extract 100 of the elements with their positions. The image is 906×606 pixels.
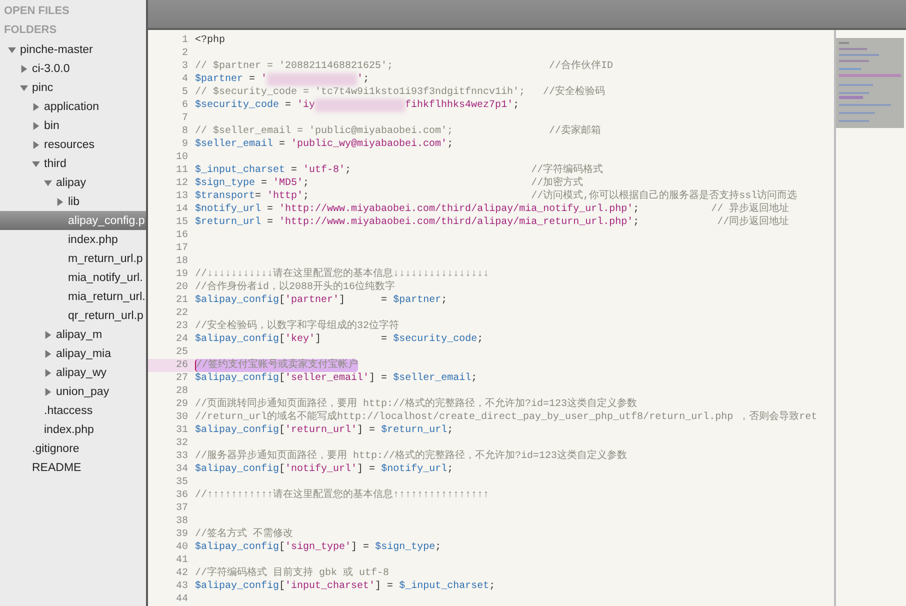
caret-right-icon[interactable] [44,330,52,338]
caret-right-icon[interactable] [44,388,52,396]
tree-item[interactable]: qr_return_url.p [0,306,146,325]
line-number: 41 [174,554,189,567]
code-line: //安全检验码，以数字和字母组成的32位字符 [195,320,400,333]
line-number: 2 [180,47,189,60]
tree-item[interactable]: index.php [0,230,146,249]
tree-item[interactable]: mia_notify_url. [0,268,146,287]
tree-item[interactable]: alipay_config.p [0,211,146,230]
code-line: $_input_charset = 'utf-8'; //字符编码格式 [195,164,604,176]
line-number: 19 [174,268,189,281]
line-number: 9 [180,138,189,151]
line-number: 3 [180,60,189,73]
line-number: 15 [174,216,189,229]
line-number: 42 [174,567,189,580]
caret-right-icon[interactable] [32,102,40,110]
line-number: 1 [180,34,189,47]
line-number: 11 [174,164,189,177]
code-line: // $security_code = 'tc7t4w9i1ksto1i93f3ndgitfnncv1ih'; //安全检验码 [195,86,606,99]
code-line: $alipay_config['input_charset'] = $_input_charset; [195,580,496,593]
tree-item[interactable]: third [0,154,146,173]
caret-right-icon[interactable] [44,350,52,358]
tree-item[interactable]: .gitignore [0,439,146,458]
code-line: //return_url的域名不能写成http://localhost/create_direct_pay_by_user_php_utf8/return_url.php ，否则会导致ret [195,411,818,424]
code-line: $alipay_config['key'] = $security_code; [195,333,484,346]
code-line: $security_code = 'iy fihkflhhks4wez7p1'; [195,99,520,112]
caret-right-icon[interactable] [32,140,40,148]
section-heading: OPEN FILES [3,4,70,19]
caret-down-icon[interactable] [32,160,40,168]
line-number: 21 [174,294,189,307]
line-number: 8 [180,125,189,138]
caret-right-icon[interactable] [44,368,52,376]
code-line: $transport= 'http'; //访问模式,你可以根据自己的服务器是否支持ssl访问而选 [195,190,798,202]
caret-down-icon[interactable] [44,178,52,186]
code-line: $alipay_config['notify_url'] = $notify_url; [195,463,454,476]
tree-item[interactable]: alipay [0,173,146,192]
line-number: 28 [174,385,189,398]
tree-item[interactable]: alipay_wy [0,363,146,382]
line-number: 6 [180,99,189,112]
tree-item[interactable]: lib [0,192,146,211]
tree-item[interactable]: alipay_mia [0,344,146,363]
code-line: $return_url = 'http://www.miyabaobei.com/third/alipay/mia_return_url.php'; //同步返回地址 [195,216,790,229]
tree-item[interactable]: pinc [0,78,146,97]
line-number: 34 [174,463,189,476]
code-line: $notify_url = 'http://www.miyabaobei.com/third/alipay/mia_notify_url.php'; // 异步返回地址 [195,203,790,216]
line-number: 43 [174,580,189,593]
line-number: 40 [174,541,189,554]
line-number: 25 [174,346,189,359]
caret-down-icon[interactable] [20,84,28,92]
code-line: //↓↓↓↓↓↓↓↓↓↓↓请在这里配置您的基本信息↓↓↓↓↓↓↓↓↓↓↓↓↓↓↓↓ [195,268,490,280]
code-line: // $seller_email = 'public@miyabaobei.com'; //卖家邮箱 [195,125,602,138]
section-heading: FOLDERS [3,23,58,38]
line-number: 13 [174,190,189,203]
code-line: //服务器异步通知页面路径，要用 http://格式的完整路径，不允许加?id=123这类自定义参数 [195,450,628,463]
line-number: 20 [174,281,189,294]
tree-item[interactable]: README [0,458,146,477]
tree-item[interactable]: application [0,97,146,116]
tree-item[interactable]: .htaccess [0,401,146,420]
tree-item[interactable]: ci-3.0.0 [0,59,146,78]
line-number: 5 [180,86,189,99]
code-line: $alipay_config['seller_email'] = $seller_email; [195,372,478,385]
caret-right-icon[interactable] [56,198,64,206]
code-line: // $partner = '2088211468821625'; //合作伙伴ID [195,60,614,73]
line-number: 14 [174,203,189,216]
code-line: $seller_email = 'public_wy@miyabaobei.com'; [195,138,454,151]
line-number: 29 [174,398,189,411]
line-number: 16 [174,229,189,242]
tree-item[interactable]: union_pay [0,382,146,401]
code-line: $alipay_config['return_url'] = $return_url; [195,424,454,437]
caret-right-icon[interactable] [32,122,40,130]
tree-item[interactable]: m_return_url.p [0,249,146,268]
line-number: 18 [174,255,189,268]
line-number: 38 [174,515,189,528]
caret-down-icon[interactable] [8,46,16,54]
code-line: $partner = ' '; [195,73,370,86]
line-number: 12 [174,177,189,190]
code-line: //↑↑↑↑↑↑↑↑↑↑↑请在这里配置您的基本信息↑↑↑↑↑↑↑↑↑↑↑↑↑↑↑↑ [195,489,490,502]
tree-item[interactable]: bin [0,116,146,135]
line-number: 4 [180,73,189,86]
code-line: //合作身份者id，以2088开头的16位纯数字 [195,281,396,294]
tree-item[interactable]: alipay_m [0,325,146,344]
line-number: 33 [174,450,189,463]
code-line: <?php [195,34,226,47]
line-number: 30 [174,411,189,424]
line-number: 17 [174,242,189,255]
tree-item[interactable]: resources [0,135,146,154]
code-line: $sign_type = 'MD5'; //加密方式 [195,177,584,190]
tree-item[interactable]: mia_return_url. [0,287,146,306]
line-number: 7 [180,112,189,125]
line-number: 36 [174,489,189,502]
line-number: 37 [174,502,189,515]
line-number: 27 [174,372,189,385]
tree-item[interactable]: pinche-master [0,40,146,59]
code-line: $alipay_config['sign_type'] = $sign_type; [195,541,442,554]
tree-item[interactable]: index.php [0,420,146,439]
caret-right-icon[interactable] [20,64,28,72]
line-number: 44 [174,593,189,606]
code-line: //字符编码格式 目前支持 gbk 或 utf-8 [195,567,390,580]
code-line: //页面跳转同步通知页面路径，要用 http://格式的完整路径，不允许加?id=123这类自定义参数 [195,398,638,410]
line-number: 23 [174,320,189,333]
